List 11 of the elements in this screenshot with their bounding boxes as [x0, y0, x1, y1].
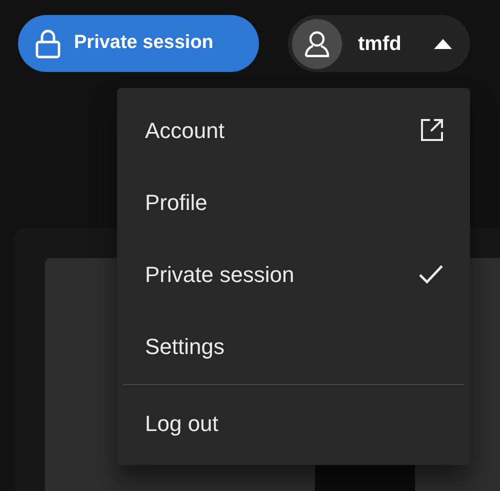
user-icon	[304, 30, 330, 58]
menu-item[interactable]: Profile	[123, 166, 464, 238]
caret-icon	[434, 38, 452, 48]
user-menu-button[interactable]: tmfd	[288, 15, 470, 72]
menu-item[interactable]: Log out	[123, 387, 464, 459]
menu-item[interactable]: Account	[123, 94, 464, 166]
menu-item[interactable]: Settings	[123, 310, 464, 382]
private-session-button[interactable]: Private session	[18, 15, 259, 72]
external-link-icon	[420, 118, 444, 142]
menu-item[interactable]: Private session	[123, 238, 464, 310]
lock-icon	[34, 28, 62, 58]
